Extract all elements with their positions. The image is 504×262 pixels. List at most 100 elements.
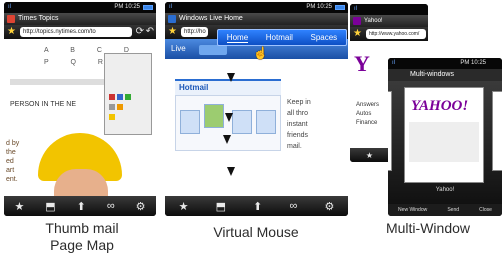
desc-line: all thro <box>287 110 309 117</box>
phone-virtual-mouse: ıl PM 10:25 Windows Live Home ★ http://h… <box>165 2 348 216</box>
divider <box>10 79 106 85</box>
page-map-thumbnail[interactable] <box>104 53 152 135</box>
window-card-label: Yahoo! <box>435 187 455 193</box>
window-card-prev[interactable] <box>388 91 392 171</box>
side-line: the <box>6 149 16 156</box>
status-time: PM 10:25 <box>114 4 140 10</box>
hand-pointer-icon: ☝ <box>253 46 268 60</box>
desc-line: mail. <box>287 143 302 150</box>
window-card-current[interactable]: YAHOO! <box>404 87 484 183</box>
multiwindow-actions: New Window Send Close <box>388 204 502 216</box>
live-tab[interactable] <box>199 45 227 55</box>
cursor-trail-icon <box>227 167 235 176</box>
page-title: Times Topics <box>18 15 59 22</box>
caption-line: Thumb mail <box>45 220 119 236</box>
favicon-icon <box>353 17 361 25</box>
close-button[interactable]: Close <box>479 207 492 213</box>
window-carousel: YAHOO! Yahoo! <box>388 81 502 204</box>
hotmail-image <box>180 110 200 134</box>
bookmark-star-icon[interactable]: ★ <box>7 26 16 38</box>
new-window-button[interactable]: New Window <box>398 207 427 213</box>
caption-multi-window: Multi-Window <box>385 220 470 236</box>
hotmail-image <box>256 110 276 134</box>
status-bar: ıl <box>350 4 428 15</box>
windows-icon[interactable]: ⬒ <box>216 200 226 213</box>
cursor-trail-icon <box>225 113 233 122</box>
zoom-icon[interactable]: ∞ <box>107 200 115 212</box>
hotmail-image <box>232 110 252 134</box>
address-bar: ★ http://topics.nytimes.com/to ⟳ ↶ <box>4 25 156 39</box>
link-item[interactable]: Finance <box>356 119 379 128</box>
side-line: ent. <box>6 176 18 183</box>
bookmark-icon[interactable]: ★ <box>366 151 373 160</box>
yahoo-links: Answers Autos Finance <box>356 101 379 128</box>
signal-icon: ıl <box>354 6 357 12</box>
send-button[interactable]: Send <box>447 207 459 213</box>
page-content: Live Hotmail Keep in all thro instant fr… <box>165 39 348 196</box>
bookmark-icon[interactable]: ★ <box>14 200 24 213</box>
browser-title-bar: Times Topics <box>4 13 156 25</box>
battery-icon <box>143 5 153 10</box>
bookmark-star-icon[interactable]: ★ <box>168 26 177 38</box>
face-shape <box>54 169 108 196</box>
bottom-toolbar: ★ ⬒ ⬆ ∞ ⚙ <box>4 196 156 216</box>
virtual-mouse-menu: Home Hotmail Spaces <box>217 29 347 46</box>
menu-item-spaces[interactable]: Spaces <box>310 33 337 42</box>
url-field[interactable]: http://ho <box>181 27 208 37</box>
thumb-swatch <box>117 104 123 110</box>
signal-icon: ıl <box>8 4 11 10</box>
desc-line: Keep in <box>287 99 311 106</box>
status-bar: ıl PM 10:25 <box>388 58 502 69</box>
settings-icon[interactable]: ⚙ <box>136 200 146 213</box>
page-title: Multi-windows <box>410 71 454 78</box>
window-card-next[interactable] <box>492 91 502 171</box>
window-preview <box>409 122 479 162</box>
url-field[interactable]: http://topics.nytimes.com/to <box>20 27 132 37</box>
refresh-icon[interactable]: ⟳ <box>136 25 144 39</box>
link-item[interactable]: Answers <box>356 101 379 110</box>
zoom-icon[interactable]: ∞ <box>290 200 298 212</box>
cursor-trail-icon <box>227 73 235 82</box>
multiwindow-title-bar: Multi-windows <box>388 69 502 81</box>
windows-icon[interactable]: ⬒ <box>45 200 55 213</box>
battery-icon <box>335 5 345 10</box>
phone-thumbnail-page-map: ıl PM 10:25 Times Topics ★ http://topics… <box>4 2 156 216</box>
signal-icon: ıl <box>392 60 395 66</box>
caption-line: Page Map <box>50 237 114 253</box>
status-time: PM 10:25 <box>460 60 486 66</box>
back-icon[interactable]: ↶ <box>146 25 154 39</box>
side-line: ed <box>6 158 14 165</box>
live-label: Live <box>171 44 186 53</box>
cursor-trail-icon <box>223 135 231 144</box>
side-text: d by the ed art ent. <box>6 139 19 184</box>
bookmark-star-icon[interactable]: ★ <box>353 28 362 40</box>
menu-item-home[interactable]: Home <box>226 33 249 43</box>
status-bar: ıl PM 10:25 <box>4 2 156 13</box>
link-item[interactable]: Autos <box>356 110 379 119</box>
bookmark-icon[interactable]: ★ <box>179 200 189 213</box>
upload-icon[interactable]: ⬆ <box>253 200 262 213</box>
desc-line: instant <box>287 121 308 128</box>
favicon-icon <box>7 15 15 23</box>
phone-multiwindow-front: ıl PM 10:25 Multi-windows YAHOO! Yahoo! … <box>388 58 502 216</box>
bottom-toolbar: ★ ⬒ ⬆ ∞ ⚙ <box>165 196 348 216</box>
status-bar: ıl PM 10:25 <box>165 2 348 13</box>
url-field[interactable]: http://www.yahoo.com/ <box>366 29 426 39</box>
side-line: d by <box>6 140 20 147</box>
thumb-swatch <box>109 104 115 110</box>
favicon-icon <box>168 15 176 23</box>
photo-person-hardhat <box>32 127 128 196</box>
menu-item-hotmail[interactable]: Hotmail <box>266 33 293 42</box>
content-text: PERSON IN THE NE <box>10 101 76 108</box>
yahoo-logo: Y <box>354 51 370 76</box>
thumb-swatch <box>109 94 115 100</box>
thumb-swatch <box>109 114 115 120</box>
upload-icon[interactable]: ⬆ <box>77 200 86 213</box>
caption-thumbnail-page-map: Thumb mail Page Map <box>22 220 142 254</box>
status-time: PM 10:25 <box>306 4 332 10</box>
page-title: Windows Live Home <box>179 15 243 22</box>
browser-title-bar: Yahoo! <box>350 15 428 27</box>
settings-icon[interactable]: ⚙ <box>325 200 335 213</box>
browser-title-bar: Windows Live Home <box>165 13 348 25</box>
thumb-swatch <box>125 94 131 100</box>
